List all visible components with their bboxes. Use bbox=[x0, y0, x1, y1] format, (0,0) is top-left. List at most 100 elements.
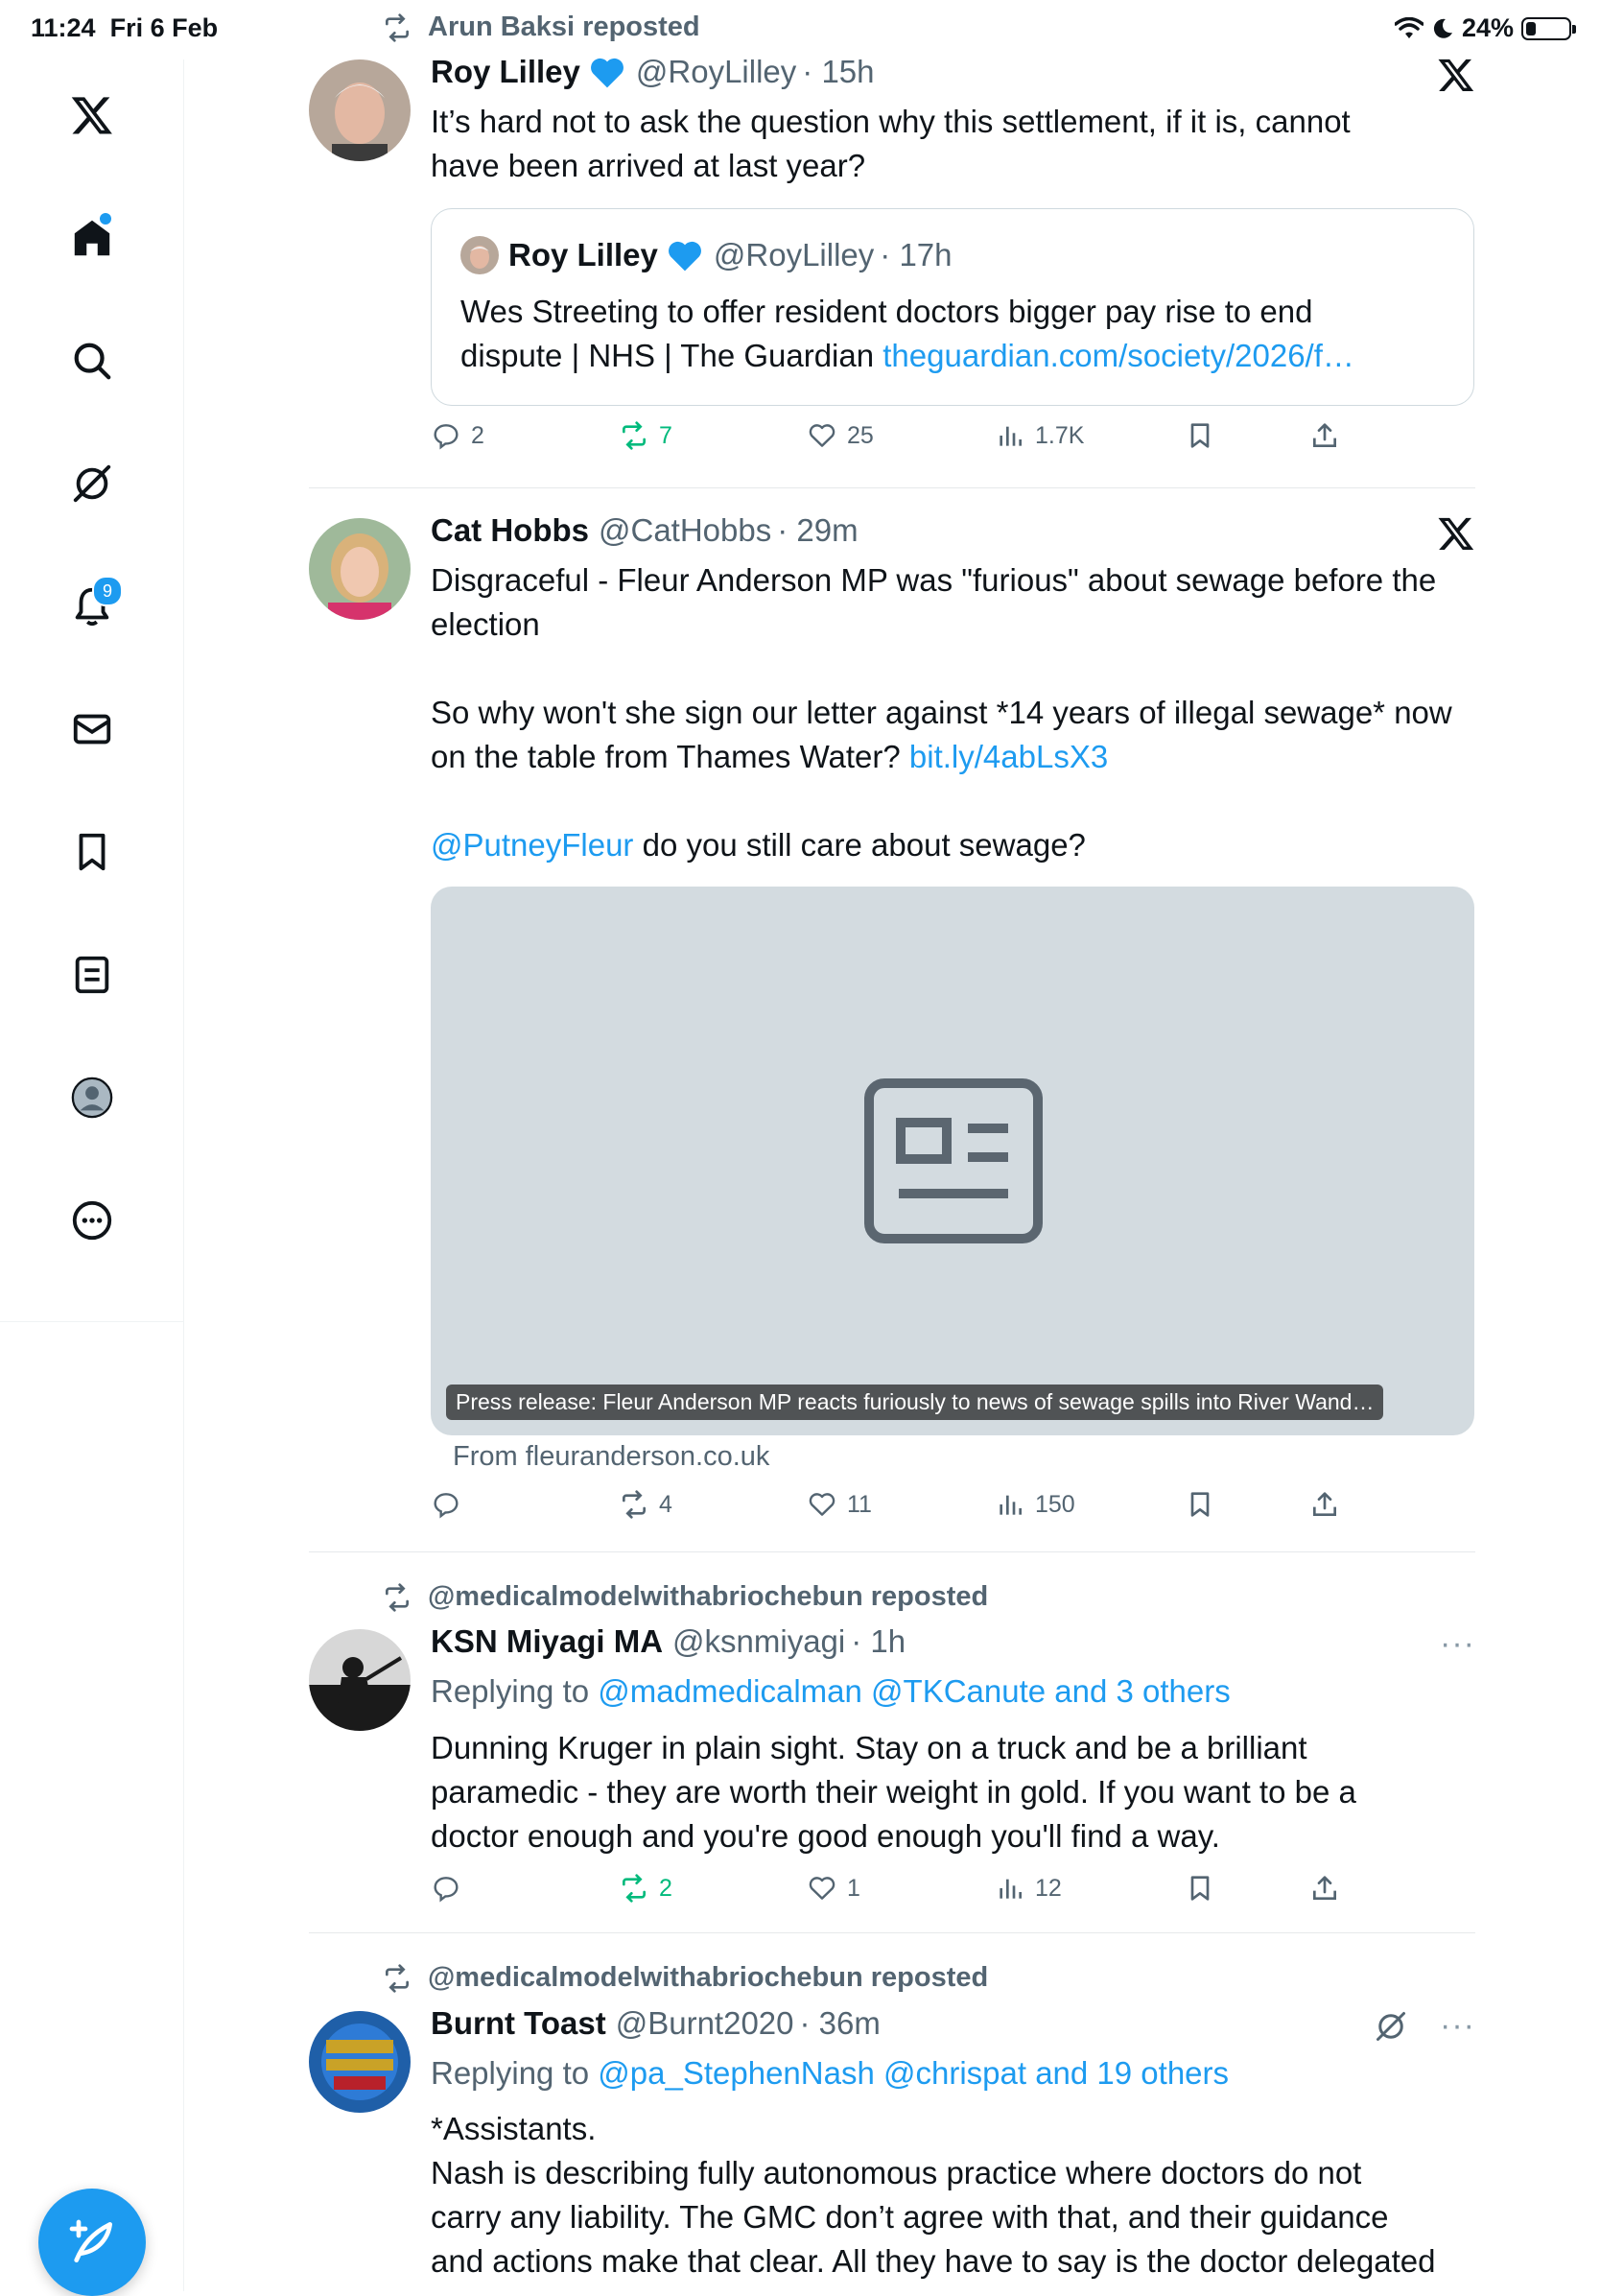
post-text: Dunning Kruger in plain sight. Stay on a… bbox=[431, 1730, 1356, 1854]
home-icon[interactable] bbox=[54, 200, 130, 276]
heart-icon bbox=[809, 1493, 835, 1516]
views-button[interactable]: 12 bbox=[995, 1873, 1062, 1904]
status-right: 24% bbox=[1394, 13, 1576, 43]
repost-button[interactable]: 4 bbox=[619, 1489, 672, 1520]
repost-icon bbox=[386, 1582, 409, 1612]
share-icon bbox=[1313, 1876, 1336, 1900]
avatar[interactable] bbox=[309, 59, 411, 161]
author-handle[interactable]: @RoyLilley bbox=[636, 54, 796, 90]
search-icon[interactable] bbox=[54, 322, 130, 399]
sidebar-divider bbox=[0, 1321, 184, 1322]
author-handle[interactable]: @Burnt2020 bbox=[616, 2005, 794, 2042]
reply-icon bbox=[434, 1493, 459, 1519]
compose-post-button[interactable] bbox=[38, 2189, 146, 2296]
quoted-post-link[interactable]: theguardian.com/society/2026/f… bbox=[882, 338, 1354, 373]
replying-to-link[interactable]: @pa_StephenNash @chrispat and 19 others bbox=[598, 2055, 1229, 2091]
post-time[interactable]: · 1h bbox=[851, 1623, 906, 1660]
analytics-icon bbox=[1000, 1495, 1022, 1515]
repost-button[interactable]: 7 bbox=[619, 420, 672, 451]
share-button[interactable] bbox=[1309, 1873, 1340, 1904]
card-caption: Press release: Fleur Anderson MP reacts … bbox=[446, 1385, 1384, 1420]
views-button[interactable]: 150 bbox=[995, 1489, 1075, 1520]
share-icon bbox=[1313, 1492, 1336, 1516]
avatar[interactable] bbox=[309, 518, 411, 620]
avatar[interactable] bbox=[309, 2011, 411, 2113]
lists-icon[interactable] bbox=[54, 936, 130, 1013]
author-name[interactable]: Cat Hobbs bbox=[431, 512, 589, 549]
post-more-button[interactable]: ··· bbox=[1440, 1625, 1475, 1663]
link-preview-card[interactable]: Press release: Fleur Anderson MP reacts … bbox=[431, 887, 1474, 1435]
notifications-badge: 9 bbox=[92, 576, 123, 606]
quoted-post[interactable]: Roy Lilley @RoyLilley · 17h Wes Streetin… bbox=[431, 208, 1474, 406]
x-logo-icon[interactable] bbox=[54, 77, 130, 154]
replying-to-link[interactable]: @madmedicalman @TKCanute and 3 others bbox=[598, 1673, 1230, 1709]
bookmark-icon[interactable] bbox=[54, 814, 130, 890]
post-time[interactable]: · 15h bbox=[802, 54, 874, 90]
profile-avatar-icon[interactable] bbox=[54, 1059, 130, 1136]
post-text: *Assistants. Nash is describing fully au… bbox=[431, 2111, 1436, 2279]
grok-icon[interactable] bbox=[1374, 2009, 1408, 2044]
post-header: Roy Lilley @RoyLilley · 15h bbox=[431, 54, 875, 90]
analytics-icon bbox=[1000, 426, 1022, 446]
article-placeholder-icon bbox=[864, 1078, 1043, 1243]
post-time[interactable]: · 36m bbox=[800, 2005, 881, 2042]
battery-percent: 24% bbox=[1461, 13, 1514, 42]
reply-button[interactable] bbox=[431, 1489, 471, 1520]
grok-icon[interactable] bbox=[54, 445, 130, 522]
compose-feather-icon bbox=[69, 2219, 112, 2262]
repost-icon bbox=[623, 1490, 646, 1519]
battery-icon bbox=[1521, 16, 1576, 40]
reply-icon bbox=[434, 424, 459, 450]
author-name[interactable]: KSN Miyagi MA bbox=[431, 1623, 663, 1660]
bookmark-icon bbox=[1190, 423, 1210, 448]
messages-envelope-icon[interactable] bbox=[54, 691, 130, 768]
reply-button[interactable]: 2 bbox=[431, 420, 484, 451]
status-time: 11:24 Fri 6 Feb bbox=[31, 13, 219, 42]
repost-indicator: @medicalmodelwithabriochebun reposted bbox=[382, 1581, 988, 1613]
author-handle[interactable]: @ksnmiyagi bbox=[672, 1623, 845, 1660]
bookmark-button[interactable] bbox=[1185, 1873, 1215, 1904]
heart-icon bbox=[809, 1877, 835, 1900]
analytics-icon bbox=[1000, 1879, 1022, 1899]
bookmark-button[interactable] bbox=[1185, 1489, 1215, 1520]
share-button[interactable] bbox=[1309, 420, 1340, 451]
post-time[interactable]: · 29m bbox=[777, 512, 858, 549]
like-button[interactable]: 1 bbox=[807, 1873, 860, 1904]
mention-link[interactable]: @PutneyFleur bbox=[431, 827, 633, 863]
repost-button[interactable]: 2 bbox=[619, 1873, 672, 1904]
views-button[interactable]: 1.7K bbox=[995, 420, 1084, 451]
replying-to: Replying to @madmedicalman @TKCanute and… bbox=[431, 1673, 1231, 1709]
bookmark-button[interactable] bbox=[1185, 420, 1215, 451]
like-button[interactable]: 25 bbox=[807, 420, 874, 451]
author-name[interactable]: Burnt Toast bbox=[431, 2005, 606, 2042]
post-actions: 2 1 12 bbox=[431, 1873, 1476, 1921]
reply-icon bbox=[434, 1877, 459, 1903]
post-actions: 2 7 25 1.7K bbox=[431, 420, 1476, 468]
more-options-icon[interactable] bbox=[54, 1182, 130, 1259]
bookmark-icon bbox=[1190, 1492, 1210, 1517]
share-button[interactable] bbox=[1309, 1489, 1340, 1520]
author-name[interactable]: Roy Lilley bbox=[431, 54, 580, 90]
x-source-icon bbox=[1438, 517, 1474, 550]
status-bar: 11:24 Fri 6 Feb 24% bbox=[0, 0, 1600, 59]
post-header: Cat Hobbs @CatHobbs · 29m bbox=[431, 512, 859, 549]
card-source[interactable]: From fleuranderson.co.uk bbox=[453, 1441, 769, 1473]
repost-icon bbox=[386, 12, 409, 42]
post-link[interactable]: bit.ly/4abLsX3 bbox=[909, 739, 1108, 774]
blue-heart-icon bbox=[668, 241, 701, 272]
post-text: It’s hard not to ask the question why th… bbox=[431, 104, 1351, 183]
post-header: Burnt Toast @Burnt2020 · 36m bbox=[431, 2005, 881, 2042]
reply-button[interactable] bbox=[431, 1873, 471, 1904]
post-more-button[interactable]: ··· bbox=[1440, 2007, 1475, 2045]
post-actions: 4 11 150 bbox=[431, 1489, 1476, 1537]
like-button[interactable]: 11 bbox=[807, 1489, 872, 1520]
notifications-bell-icon[interactable]: 9 bbox=[54, 568, 130, 645]
blue-heart-icon bbox=[590, 58, 624, 88]
quoted-post-time: · 17h bbox=[880, 237, 953, 272]
repost-indicator: @medicalmodelwithabriochebun reposted bbox=[382, 1962, 988, 1994]
post-text: Disgraceful - Fleur Anderson MP was "fur… bbox=[431, 562, 1452, 863]
post-divider bbox=[309, 1551, 1475, 1552]
author-handle[interactable]: @CatHobbs bbox=[599, 512, 771, 549]
repost-icon bbox=[623, 421, 646, 450]
avatar[interactable] bbox=[309, 1629, 411, 1731]
